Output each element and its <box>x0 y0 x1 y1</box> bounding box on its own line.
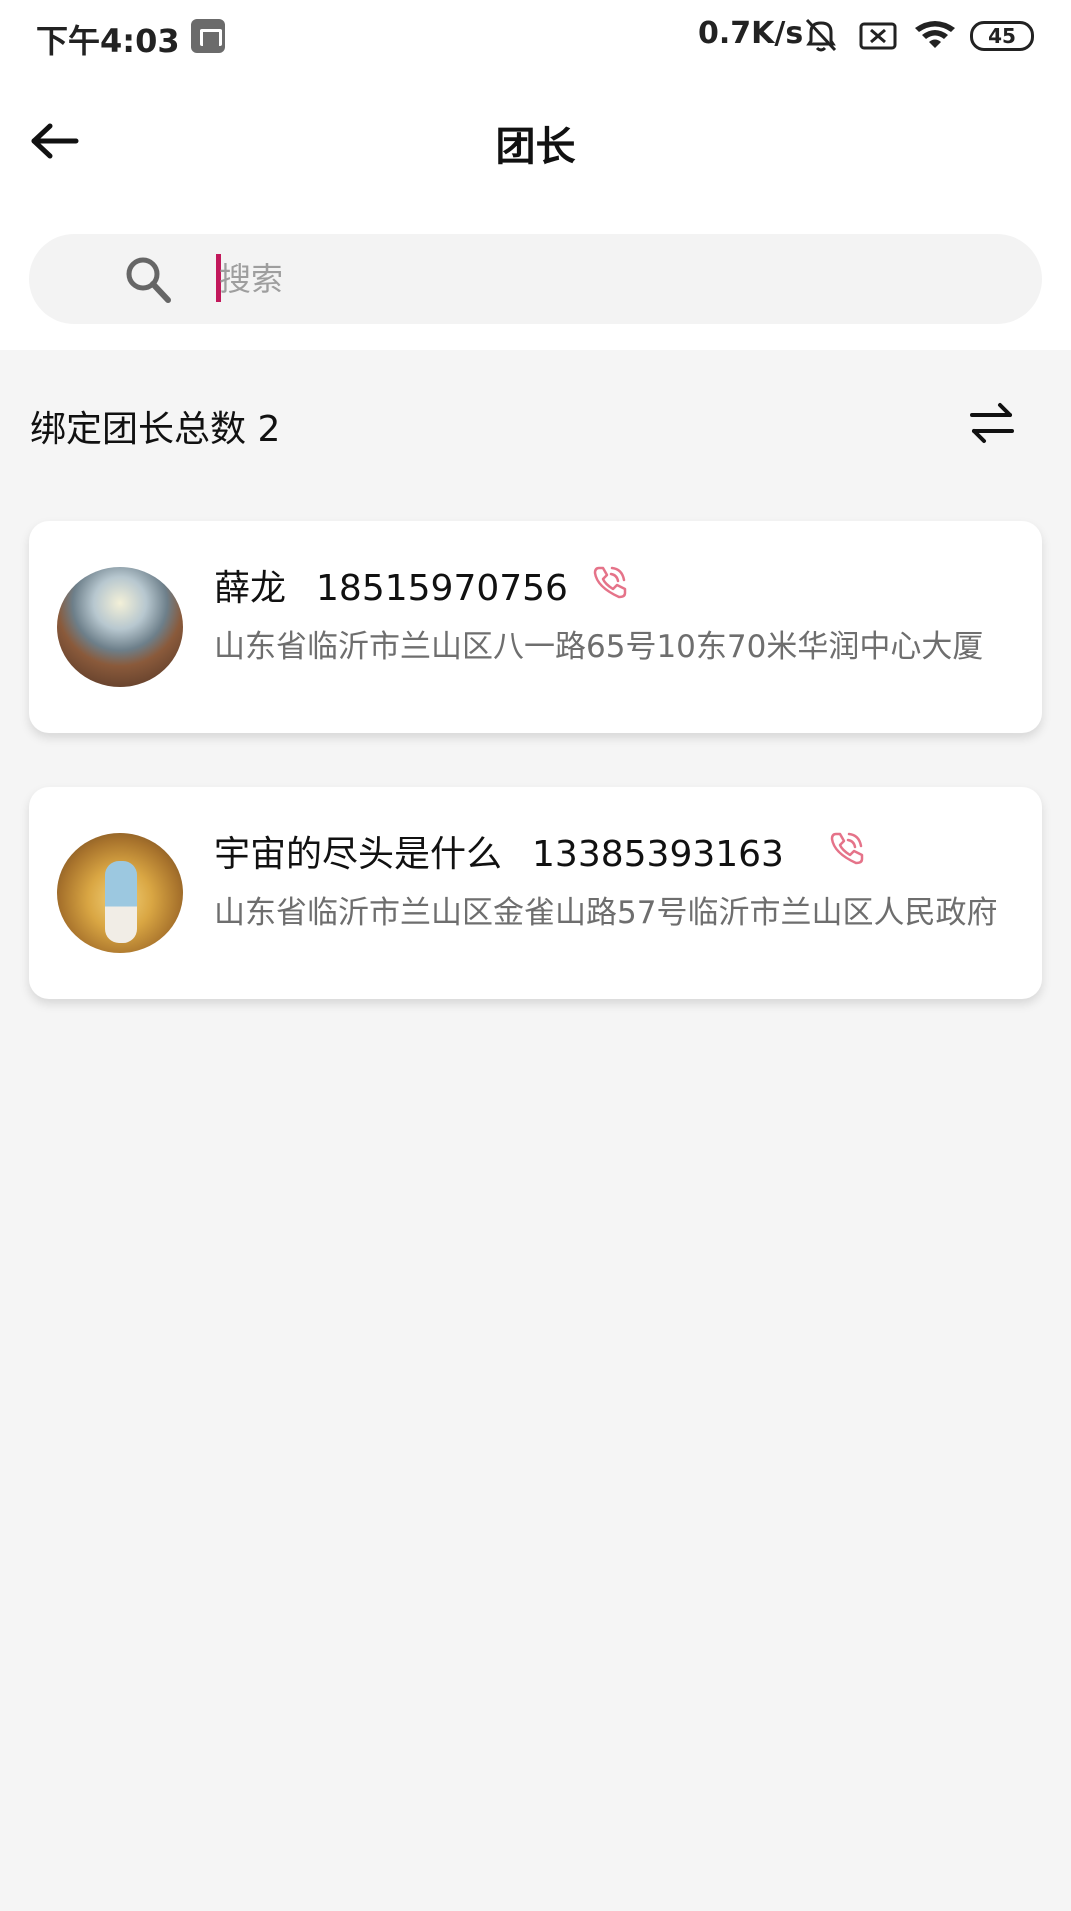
status-icons <box>805 18 955 52</box>
leader-name: 薛龙 <box>214 568 287 609</box>
phone-call-icon[interactable] <box>591 563 629 601</box>
leader-name-phone: 薛龙 18515970756 <box>214 559 568 611</box>
avatar <box>57 567 183 687</box>
leader-name-phone: 宇宙的尽头是什么 13385393163 <box>214 825 784 877</box>
search-input[interactable] <box>219 254 1019 304</box>
leader-card[interactable]: 宇宙的尽头是什么 13385393163 山东省临沂市兰山区金雀山路57号临沂市兰… <box>29 787 1042 999</box>
leader-address: 山东省临沂市兰山区金雀山路57号临沂市兰山区人民政府 <box>214 895 998 931</box>
mi-notification-icon <box>191 19 225 53</box>
leader-count-label: 绑定团长总数 2 <box>30 409 281 450</box>
page-title: 团长 <box>495 124 576 170</box>
wifi-icon <box>915 21 955 48</box>
mute-bell-icon <box>805 18 837 52</box>
search-bar[interactable] <box>29 234 1042 324</box>
network-speed: 0.7K/s <box>698 16 804 51</box>
phone-call-icon[interactable] <box>828 829 866 867</box>
avatar <box>57 833 183 953</box>
summary-row: 绑定团长总数 2 <box>0 390 1071 456</box>
sim-off-icon <box>859 22 897 50</box>
leader-address: 山东省临沂市兰山区八一路65号10东70米华润中心大厦 <box>214 629 984 665</box>
leader-phone: 18515970756 <box>316 568 568 609</box>
status-time: 下午4:03 <box>36 22 180 60</box>
header: 团长 <box>0 96 1071 186</box>
status-bar: 下午4:03 0.7K/s 45 <box>0 0 1071 72</box>
swap-arrows-icon[interactable] <box>966 398 1018 448</box>
leader-card[interactable]: 薛龙 18515970756 山东省临沂市兰山区八一路65号10东70米华润中心大… <box>29 521 1042 733</box>
battery-indicator: 45 <box>970 21 1034 51</box>
leader-name: 宇宙的尽头是什么 <box>214 834 503 875</box>
leader-phone: 13385393163 <box>532 834 784 875</box>
search-icon <box>126 257 171 303</box>
